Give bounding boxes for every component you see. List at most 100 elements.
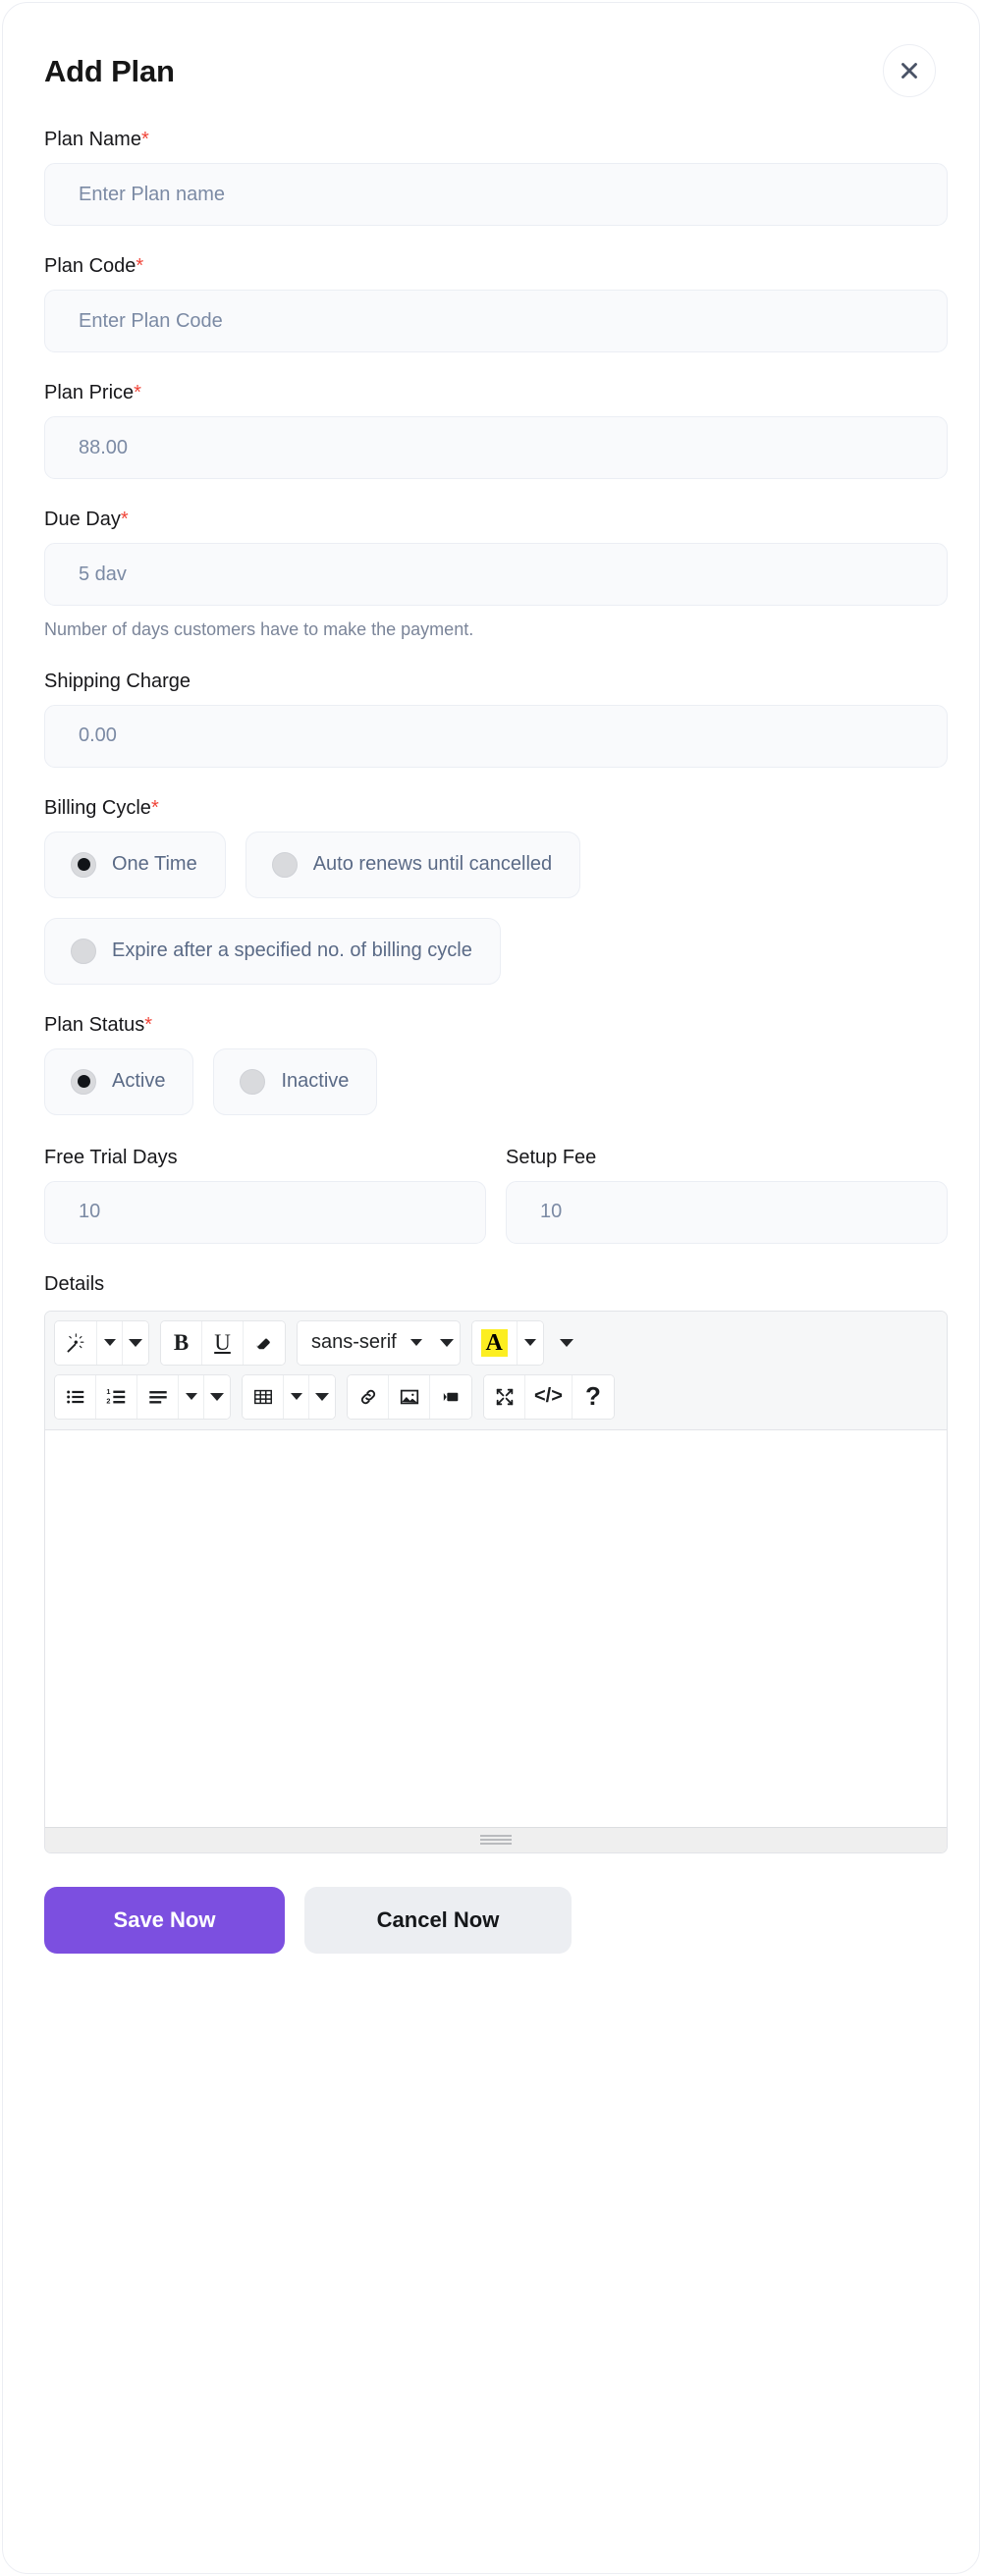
plan-status-label: Plan Status*	[44, 1014, 938, 1036]
field-details: Details B U sans-serif A 1 2 </> ?	[44, 1273, 948, 1853]
editor-toolbar: B U sans-serif A 1 2 </> ?	[45, 1311, 947, 1430]
table-icon[interactable]	[243, 1374, 284, 1419]
chevron-down-icon-style-more[interactable]	[123, 1320, 148, 1365]
toolbar-group-format: B U	[160, 1319, 286, 1366]
help-icon[interactable]: ?	[572, 1374, 614, 1419]
billing-cycle-label-text: Billing Cycle	[44, 796, 151, 819]
details-label-text: Details	[44, 1272, 105, 1295]
editor-toolbar-row-2: 1 2 </> ?	[54, 1373, 940, 1420]
plan-price-input[interactable]	[44, 416, 948, 479]
field-plan-status: Plan Status* Active Inactive	[44, 1014, 938, 1115]
video-icon[interactable]	[430, 1374, 471, 1419]
chevron-down-icon-align-more[interactable]	[204, 1374, 230, 1419]
required-asterisk: *	[140, 129, 149, 150]
billing-cycle-option-auto-renews[interactable]: Auto renews until cancelled	[245, 831, 581, 898]
plan-name-input[interactable]	[44, 163, 948, 226]
setup-fee-input[interactable]	[506, 1180, 948, 1244]
toolbar-group-font: sans-serif	[297, 1319, 461, 1366]
due-day-label-text: Due Day	[44, 509, 121, 530]
chevron-down-icon-highlight[interactable]	[517, 1320, 543, 1365]
toolbar-group-lists: 1 2	[54, 1373, 231, 1420]
unordered-list-icon[interactable]	[55, 1374, 96, 1419]
setup-fee-label: Setup Fee	[506, 1147, 948, 1168]
field-setup-fee: Setup Fee	[506, 1147, 948, 1244]
editor-toolbar-row-1: B U sans-serif A	[54, 1319, 940, 1366]
chevron-down-icon-style[interactable]	[97, 1320, 123, 1365]
plan-status-option-active[interactable]: Active	[44, 1047, 194, 1115]
close-icon	[897, 58, 922, 83]
align-left-icon[interactable]	[137, 1374, 179, 1419]
toolbar-group-table	[242, 1373, 336, 1420]
plan-price-label: Plan Price*	[44, 382, 938, 403]
radio-icon-selected	[71, 851, 96, 878]
highlight-color-icon[interactable]: A	[471, 1320, 518, 1365]
editor-content-area[interactable]	[45, 1429, 947, 1827]
required-asterisk: *	[144, 1013, 153, 1036]
field-plan-price: Plan Price*	[44, 382, 948, 479]
close-button[interactable]	[883, 44, 936, 97]
chevron-down-icon-table[interactable]	[284, 1374, 309, 1419]
plan-status-option-label: Inactive	[281, 1070, 350, 1093]
field-plan-name: Plan Name*	[44, 129, 948, 226]
bold-icon[interactable]: B	[161, 1320, 202, 1365]
add-plan-modal: Add Plan Plan Name* Plan Code* Plan Pric	[2, 2, 980, 2574]
shipping-charge-label-text: Shipping Charge	[44, 670, 191, 692]
toolbar-group-highlight: A	[470, 1319, 544, 1366]
toolbar-group-view: </> ?	[483, 1373, 615, 1420]
required-asterisk: *	[134, 382, 141, 403]
field-free-trial-days: Free Trial Days	[44, 1147, 486, 1244]
toolbar-group-insert	[347, 1373, 472, 1420]
due-day-label: Due Day*	[44, 509, 938, 530]
page-title: Add Plan	[44, 53, 175, 88]
resize-grip-icon	[480, 1833, 512, 1847]
chevron-down-icon-align[interactable]	[179, 1374, 204, 1419]
free-trial-days-input[interactable]	[44, 1180, 486, 1244]
radio-icon	[71, 938, 96, 964]
plan-status-option-inactive[interactable]: Inactive	[213, 1047, 378, 1115]
fullscreen-icon[interactable]	[484, 1374, 525, 1419]
billing-cycle-option-expire-after[interactable]: Expire after a specified no. of billing …	[44, 917, 501, 985]
link-icon[interactable]	[348, 1374, 389, 1419]
radio-icon	[271, 851, 298, 878]
highlight-swatch: A	[480, 1328, 508, 1357]
field-due-day: Due Day* Number of days customers have t…	[44, 509, 948, 641]
plan-status-label-text: Plan Status	[44, 1013, 145, 1036]
toolbar-group-style	[54, 1319, 149, 1366]
details-label: Details	[44, 1273, 938, 1295]
billing-cycle-option-label: Auto renews until cancelled	[312, 853, 553, 876]
svg-text:2: 2	[106, 1396, 110, 1405]
save-button[interactable]: Save Now	[44, 1886, 285, 1954]
ordered-list-icon[interactable]: 1 2	[96, 1374, 137, 1419]
billing-cycle-option-label: One Time	[112, 853, 197, 876]
cancel-button[interactable]: Cancel Now	[304, 1886, 572, 1954]
due-day-input[interactable]	[44, 543, 948, 606]
chevron-down-icon-font-more[interactable]	[434, 1321, 460, 1365]
plan-code-label: Plan Code*	[44, 255, 938, 277]
font-family-select[interactable]: sans-serif	[298, 1320, 434, 1365]
editor-resize-handle[interactable]	[45, 1826, 947, 1852]
shipping-charge-label: Shipping Charge	[44, 671, 938, 692]
field-shipping-charge: Shipping Charge	[44, 671, 948, 768]
required-asterisk: *	[136, 255, 144, 277]
underline-icon[interactable]: U	[202, 1320, 244, 1365]
chevron-down-icon-table-more[interactable]	[309, 1374, 335, 1419]
rich-text-editor: B U sans-serif A 1 2 </> ?	[44, 1310, 948, 1853]
required-asterisk: *	[120, 509, 129, 530]
field-plan-code: Plan Code*	[44, 255, 948, 352]
code-view-icon[interactable]: </>	[525, 1374, 573, 1419]
shipping-charge-input[interactable]	[44, 704, 948, 768]
font-family-value: sans-serif	[311, 1331, 397, 1354]
image-icon[interactable]	[389, 1374, 430, 1419]
plan-status-option-label: Active	[112, 1070, 166, 1093]
field-billing-cycle: Billing Cycle* One Time Auto renews unti…	[44, 797, 938, 985]
billing-cycle-option-one-time[interactable]: One Time	[44, 831, 226, 898]
magic-wand-icon[interactable]	[55, 1320, 97, 1365]
billing-cycle-options: One Time Auto renews until cancelled	[44, 831, 938, 898]
eraser-icon[interactable]	[244, 1320, 285, 1365]
chevron-down-icon-toolbar-overflow[interactable]	[555, 1321, 578, 1365]
svg-text:1: 1	[106, 1386, 110, 1395]
plan-code-input[interactable]	[44, 290, 948, 352]
required-asterisk: *	[150, 796, 159, 819]
plan-name-label-text: Plan Name	[44, 129, 141, 150]
due-day-helper-text: Number of days customers have to make th…	[44, 619, 474, 639]
